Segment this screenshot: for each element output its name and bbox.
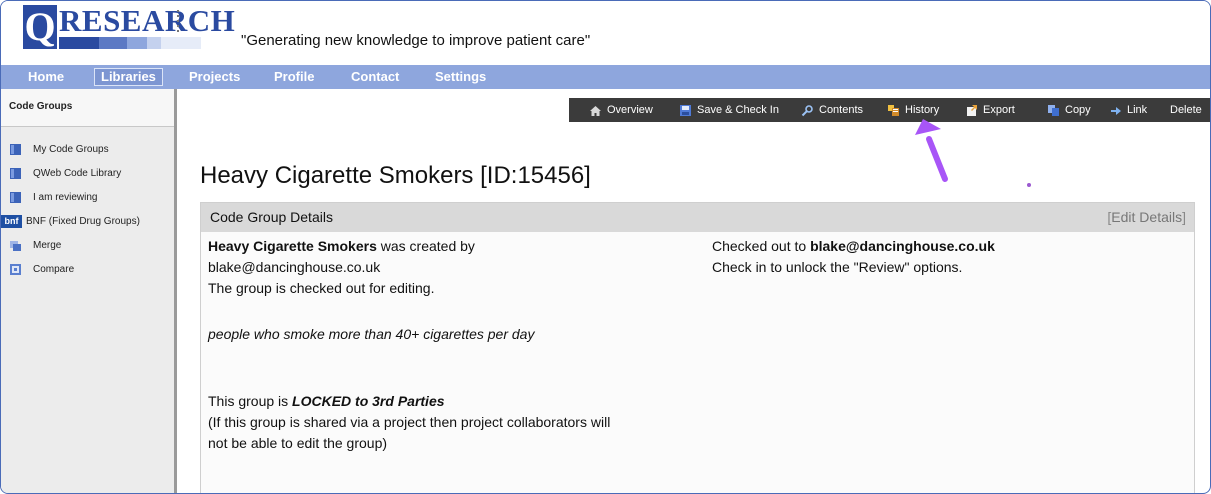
book-icon (9, 191, 22, 204)
toolbar-export-button[interactable]: Export (965, 98, 1015, 122)
sidebar-item-i-am-reviewing[interactable]: I am reviewing (9, 185, 174, 209)
logo-bars (59, 37, 201, 49)
checked-out-status: The group is checked out for editing. (208, 280, 435, 296)
lock-status-value: LOCKED to 3rd Parties (292, 393, 445, 409)
sidebar-list: My Code Groups QWeb Code Library I am re… (1, 137, 174, 281)
bnf-icon: bnf (1, 214, 22, 228)
save-icon (679, 104, 692, 117)
toolbar-overview-button[interactable]: Overview (589, 98, 653, 122)
main-nav: Home Libraries Projects Profile Contact … (1, 65, 1210, 89)
nav-libraries[interactable]: Libraries (94, 68, 163, 86)
sidebar-item-label: Merge (33, 239, 62, 251)
book-icon (9, 143, 22, 156)
nav-contact[interactable]: Contact (351, 65, 399, 89)
toolbar-save-check-in-button[interactable]: Save & Check In (679, 98, 779, 122)
checked-out-to-email: blake@dancinghouse.co.uk (810, 238, 995, 254)
sidebar-item-qweb-code-library[interactable]: QWeb Code Library (9, 161, 174, 185)
sidebar-item-bnf[interactable]: bnf BNF (Fixed Drug Groups) (1, 209, 174, 233)
compare-icon (9, 263, 22, 276)
sidebar-item-merge[interactable]: Merge (9, 233, 174, 257)
export-icon (965, 104, 978, 117)
header: Q RESEARCH "Generating new knowledge to … (1, 1, 1210, 65)
link-icon (1109, 104, 1122, 117)
shared-note-line-1: (If this group is shared via a project t… (208, 414, 611, 430)
nav-settings[interactable]: Settings (435, 65, 486, 89)
app-window: Q RESEARCH "Generating new knowledge to … (0, 0, 1211, 494)
nav-profile[interactable]: Profile (274, 65, 314, 89)
history-icon (887, 104, 900, 117)
code-group-details-panel: Code Group Details [Edit Details] Heavy … (200, 202, 1195, 493)
sidebar-item-label: I am reviewing (33, 191, 98, 203)
tagline: "Generating new knowledge to improve pat… (241, 32, 591, 49)
home-icon (589, 104, 602, 117)
panel-body: Heavy Cigarette Smokers was created by b… (201, 232, 1194, 493)
created-by-line: Heavy Cigarette Smokers was created by (208, 238, 475, 254)
book-icon (9, 167, 22, 180)
merge-icon (9, 239, 22, 252)
edit-details-link[interactable]: Edit Details (1111, 209, 1182, 225)
check-in-note: Check in to unlock the "Review" options. (712, 259, 963, 275)
nav-home[interactable]: Home (28, 65, 64, 89)
logo-word: RESEARCH (59, 3, 236, 38)
lock-status-line: This group is LOCKED to 3rd Parties (208, 393, 445, 409)
magnifier-icon (801, 104, 814, 117)
sidebar-title: Code Groups (9, 101, 73, 112)
nav-projects[interactable]: Projects (189, 65, 240, 89)
sidebar-item-compare[interactable]: Compare (9, 257, 174, 281)
copy-icon (1047, 104, 1060, 117)
toolbar-delete-button[interactable]: Delete (1170, 98, 1202, 122)
sidebar-resize-handle[interactable] (176, 9, 180, 35)
panel-header: Code Group Details [Edit Details] (201, 203, 1194, 232)
toolbar-copy-button[interactable]: Copy (1047, 98, 1091, 122)
checked-out-to-line: Checked out to blake@dancinghouse.co.uk (712, 238, 995, 254)
sidebar-item-my-code-groups[interactable]: My Code Groups (9, 137, 174, 161)
annotation-arrow-icon (915, 119, 948, 182)
annotation-dot (1027, 183, 1031, 187)
creator-email: blake@dancinghouse.co.uk (208, 259, 381, 275)
page-title: Heavy Cigarette Smokers [ID:15456] (200, 162, 591, 189)
sidebar-item-label: Compare (33, 263, 75, 275)
toolbar-link-button[interactable]: Link (1109, 98, 1147, 122)
sidebar-item-label: My Code Groups (33, 143, 109, 155)
group-description: people who smoke more than 40+ cigarette… (208, 326, 535, 342)
sidebar-header: Code Groups (1, 89, 174, 127)
action-toolbar: Overview Save & Check In Contents Histor… (569, 98, 1210, 122)
sidebar-item-label: BNF (Fixed Drug Groups) (26, 215, 140, 227)
shared-note-line-2: not be able to edit the group) (208, 435, 388, 451)
edit-details-control: [Edit Details] (1107, 209, 1186, 225)
logo-q: Q (23, 4, 57, 49)
sidebar: Code Groups My Code Groups QWeb Code Lib… (1, 89, 177, 493)
sidebar-item-label: QWeb Code Library (33, 167, 122, 179)
group-name: Heavy Cigarette Smokers (208, 238, 377, 254)
toolbar-contents-button[interactable]: Contents (801, 98, 863, 122)
panel-title: Code Group Details (210, 209, 333, 225)
